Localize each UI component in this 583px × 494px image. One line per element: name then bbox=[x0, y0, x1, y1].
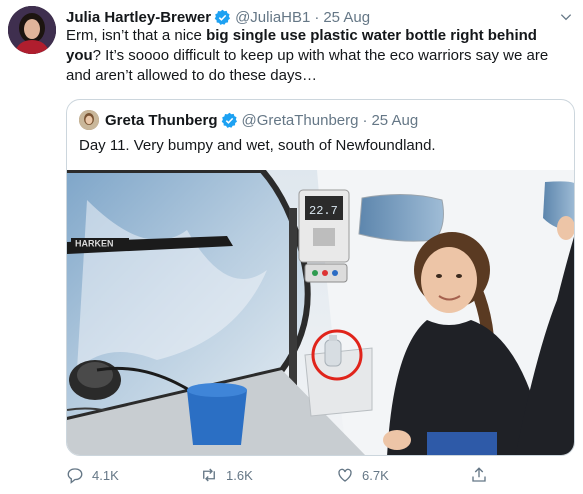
separator-dot: · bbox=[362, 111, 368, 129]
reply-count: 4.1K bbox=[92, 467, 119, 483]
author-name[interactable]: Julia Hartley-Brewer bbox=[66, 9, 211, 26]
verified-icon bbox=[221, 112, 238, 129]
photo-brand-text: HARKEN bbox=[75, 239, 114, 249]
tweet: Julia Hartley-Brewer @JuliaHB1 · 25 Aug … bbox=[0, 0, 583, 494]
reply-button[interactable]: 4.1K bbox=[66, 466, 119, 484]
avatar[interactable] bbox=[8, 6, 56, 54]
verified-icon bbox=[214, 9, 231, 26]
chevron-down-icon[interactable] bbox=[559, 10, 573, 24]
tweet-text: Erm, isn’t that a nice big single use pl… bbox=[66, 26, 574, 86]
like-icon bbox=[338, 468, 352, 482]
quoted-date: 25 Aug bbox=[371, 111, 419, 129]
reply-icon bbox=[67, 468, 83, 484]
quoted-author-name: Greta Thunberg bbox=[105, 111, 218, 129]
tweet-text-part1: Erm, isn’t that a nice bbox=[66, 27, 207, 44]
quoted-tweet-header: Greta Thunberg @GretaThunberg · 25 Aug bbox=[79, 110, 418, 130]
like-count: 6.7K bbox=[362, 467, 389, 483]
tweet-date[interactable]: 25 Aug bbox=[323, 9, 370, 26]
quoted-photo[interactable]: HARKEN 22.7 bbox=[67, 170, 575, 456]
quoted-tweet[interactable]: Greta Thunberg @GretaThunberg · 25 Aug D… bbox=[66, 99, 575, 456]
like-button[interactable]: 6.7K bbox=[336, 466, 389, 484]
instrument-readout: 22.7 bbox=[309, 204, 338, 218]
tweet-text-part2: ? It’s soooo difficult to keep up with w… bbox=[66, 47, 549, 84]
retweet-icon bbox=[203, 468, 215, 482]
share-icon bbox=[472, 467, 486, 482]
quoted-author-handle: @GretaThunberg bbox=[241, 111, 359, 129]
action-bar: 4.1K 1.6K 6.7K bbox=[66, 466, 506, 488]
quoted-avatar bbox=[79, 110, 99, 130]
share-button[interactable] bbox=[470, 466, 496, 484]
quoted-text: Day 11. Very bumpy and wet, south of New… bbox=[79, 137, 436, 154]
author-handle[interactable]: @JuliaHB1 bbox=[235, 9, 310, 26]
retweet-button[interactable]: 1.6K bbox=[200, 466, 253, 484]
separator-dot: · bbox=[314, 8, 320, 26]
retweet-count: 1.6K bbox=[226, 467, 253, 483]
tweet-header: Julia Hartley-Brewer @JuliaHB1 · 25 Aug bbox=[66, 7, 573, 27]
